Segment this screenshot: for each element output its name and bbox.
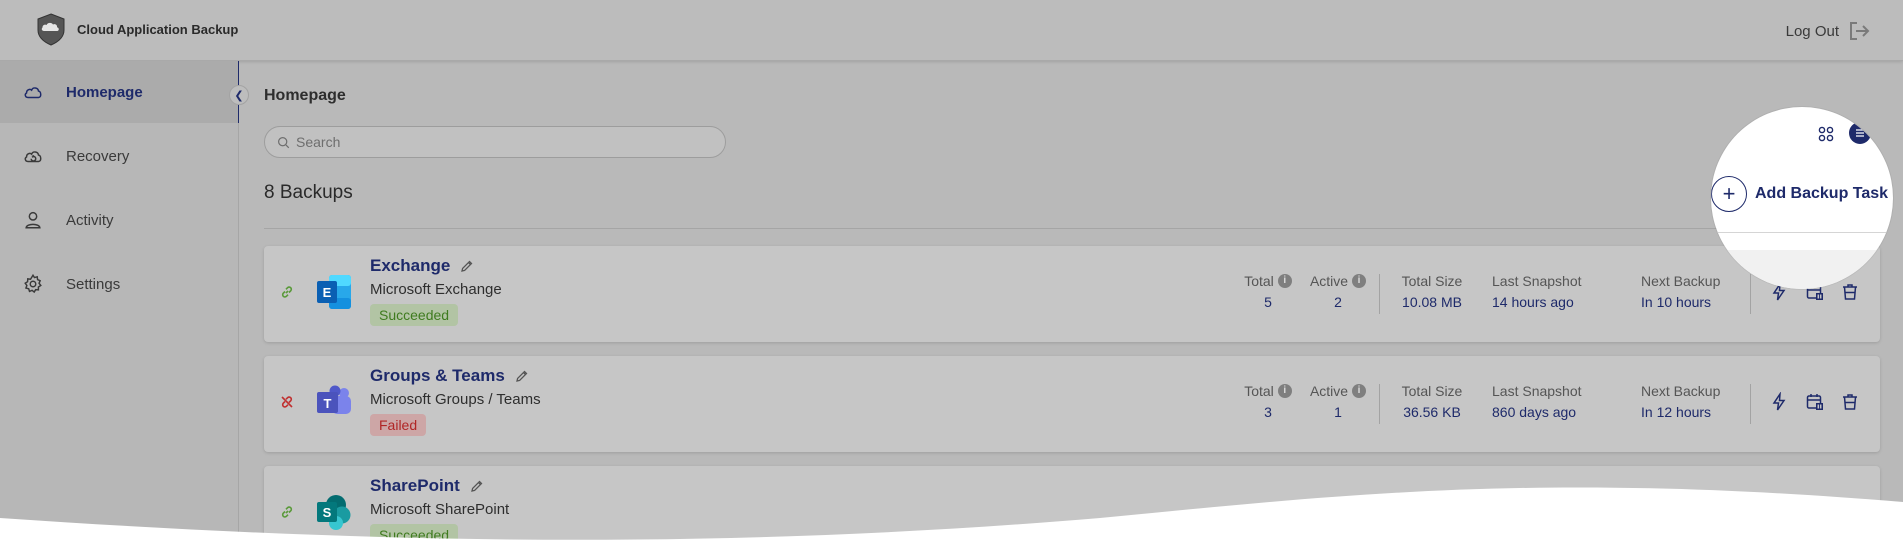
cloud-icon [24,87,42,99]
svg-text:T: T [324,396,332,411]
main-content: Homepage 8 Backups E Exchange [264,61,1880,544]
sidebar-collapse-button[interactable]: ❮ [229,85,249,105]
list-view-icon[interactable] [1849,122,1871,144]
stat-label: Last Snapshot [1492,383,1582,399]
stat-value: 36.56 KB [1403,404,1461,420]
stat-label: Last Snapshot [1492,273,1582,289]
stat-label: Active [1309,383,1349,399]
stat-label: Active [1309,273,1349,289]
logout-icon [1850,22,1870,40]
info-icon[interactable]: i [1277,274,1292,288]
stat-total: Total i 5 [1239,273,1297,310]
add-backup-task-button[interactable]: + Add Backup Task [1711,176,1888,212]
link-icon [281,286,293,298]
backup-info: Groups & Teams Microsoft Groups / Teams … [370,366,541,436]
stat-total-size: Total Size 36.56 KB [1394,383,1470,420]
stat-value: 2 [1334,294,1342,310]
backup-info: Exchange Microsoft Exchange Succeeded [370,256,502,326]
sidebar: Homepage Recovery Activity Settings [0,61,239,544]
sidebar-item-label: Settings [66,275,121,293]
svg-text:E: E [323,285,332,300]
stat-value: 860 days ago [1492,404,1577,420]
stat-total-size: Total Size 10.08 MB [1394,273,1470,310]
sidebar-item-label: Activity [66,211,114,229]
search-icon [278,136,290,148]
plus-icon: + [1711,176,1747,212]
backup-card-groups-teams[interactable]: T Groups & Teams Microsoft Groups / Team… [264,356,1880,452]
logout-label: Log Out [1785,22,1839,40]
schedule-pause-icon[interactable] [1805,392,1825,412]
divider [1750,384,1751,424]
stat-value: 14 hours ago [1492,294,1574,310]
stat-label: Total Size [1401,383,1463,399]
logout-button[interactable]: Log Out [1786,19,1871,43]
divider [264,228,1880,229]
pencil-icon[interactable] [515,369,529,383]
stat-value: In 12 hours [1641,404,1712,420]
info-icon[interactable]: i [1352,274,1367,288]
stat-value: 3 [1264,404,1272,420]
sidebar-item-recovery[interactable]: Recovery [0,125,238,187]
search-input[interactable] [296,134,696,150]
divider [1711,232,1893,233]
sidebar-item-label: Homepage [66,83,143,101]
stat-value: 1 [1334,404,1342,420]
stat-value: In 10 hours [1641,294,1712,310]
trash-icon[interactable] [1840,392,1860,412]
stat-last-snapshot: Last Snapshot 860 days ago [1492,383,1590,420]
divider [1379,384,1380,424]
run-now-lightning-icon[interactable] [1769,392,1789,412]
info-icon[interactable]: i [1352,384,1367,398]
stat-next-backup: Next Backup In 12 hours [1641,383,1731,420]
top-bar: Cloud Application Backup Log Out [0,0,1903,61]
backup-title[interactable]: Exchange [370,256,450,276]
stat-label: Next Backup [1641,383,1721,399]
broken-link-icon [281,396,293,408]
add-backup-spotlight: + Add Backup Task [1711,107,1893,289]
chevron-left-icon: ❮ [234,89,244,102]
backup-card-exchange[interactable]: E Exchange Microsoft Exchange Succeeded … [264,246,1880,342]
stat-value: 5 [1264,294,1272,310]
card-edge [1711,250,1893,289]
cloud-recovery-icon [24,151,42,163]
cloud-shield-logo-icon [37,13,65,46]
brand[interactable]: Cloud Application Backup [34,12,238,46]
sidebar-item-homepage[interactable]: Homepage [0,61,238,123]
info-icon[interactable]: i [1277,384,1292,398]
backups-count: 8 Backups [264,182,353,203]
divider [1379,274,1380,314]
stat-label: Total [1244,383,1274,399]
teams-app-icon: T [317,385,351,414]
sidebar-item-activity[interactable]: Activity [0,189,238,251]
sidebar-item-settings[interactable]: Settings [0,253,238,315]
stat-last-snapshot: Last Snapshot 14 hours ago [1492,273,1590,310]
stat-value: 10.08 MB [1402,294,1462,310]
backup-service: Microsoft Groups / Teams [370,391,541,408]
stat-label: Total Size [1401,273,1463,289]
pencil-icon[interactable] [460,259,474,273]
bottom-wave-decoration [0,487,1903,544]
add-backup-task-label: Add Backup Task [1755,185,1889,202]
stat-active: Active i 1 [1306,383,1370,420]
sidebar-item-label: Recovery [66,147,130,165]
user-icon [25,211,41,229]
stat-label: Next Backup [1641,273,1721,289]
backup-service: Microsoft Exchange [370,281,502,298]
grid-view-icon[interactable] [1818,126,1834,142]
status-badge: Succeeded [370,304,459,326]
stat-active: Active i 2 [1306,273,1370,310]
exchange-app-icon: E [317,275,351,309]
status-badge: Failed [370,414,427,436]
stat-total: Total i 3 [1239,383,1297,420]
gear-icon [24,273,42,294]
page-title: Homepage [264,87,346,104]
search-box[interactable] [264,126,726,158]
backup-title[interactable]: Groups & Teams [370,366,505,386]
stat-label: Total [1244,273,1274,289]
app-name: Cloud Application Backup [77,21,239,37]
